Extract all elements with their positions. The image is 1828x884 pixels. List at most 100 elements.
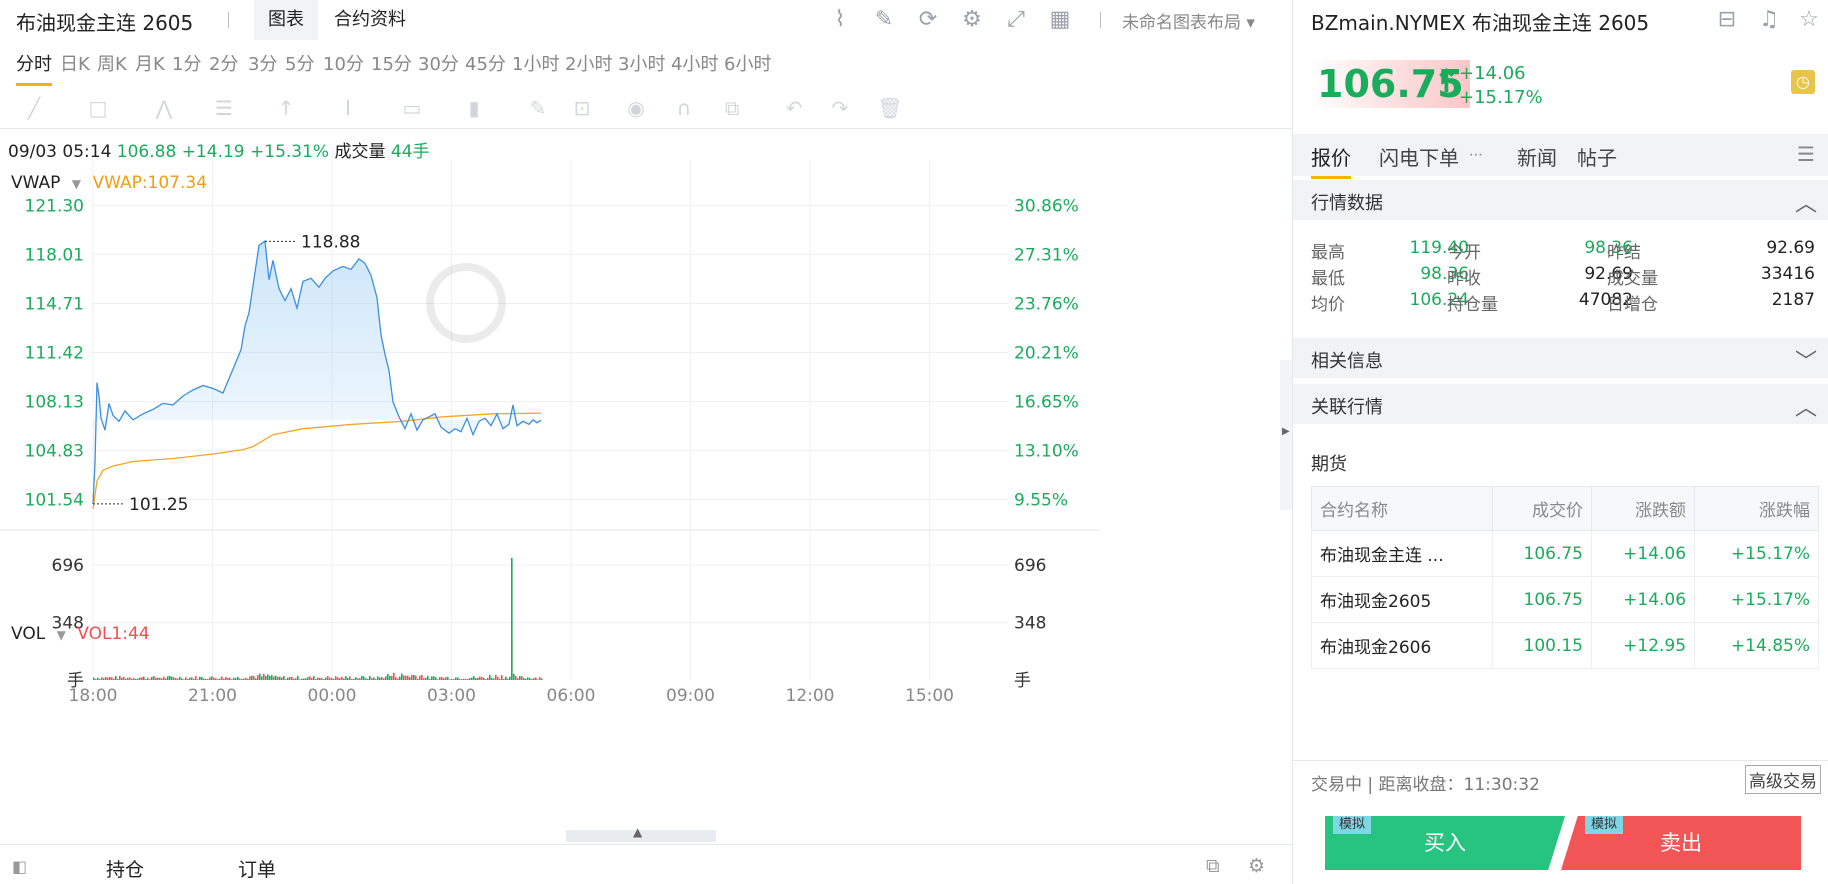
col-last-price[interactable]: 成交价 [1492, 486, 1592, 531]
popout-icon[interactable]: ⧉ [1206, 855, 1220, 877]
tab-contract-info[interactable]: 合约资料 [320, 0, 420, 40]
menu-icon[interactable]: ☰ [1797, 142, 1815, 166]
table-row[interactable]: 布油现金2606 100.15 +12.95 +14.85% [1310, 622, 1819, 669]
volume-bar [133, 678, 135, 680]
indicator-icon[interactable]: ⌇ [826, 6, 854, 34]
annotation-icon[interactable]: ▭ [398, 94, 426, 122]
draw-pencil-icon[interactable]: ✎ [870, 6, 898, 34]
volume-bar [209, 677, 211, 680]
price-tick-label: 111.42 [25, 343, 84, 363]
interval-bar: 分时 日K 周K 月K 1分 2分 3分 5分 10分 15分 30分 45分 1小时 2小时 3小时 4小时… [0, 42, 1292, 86]
volume-bar [311, 678, 313, 680]
volume-bar [211, 676, 213, 680]
interval-3[interactable]: 月K [135, 50, 165, 76]
interval-15[interactable]: 4小时 [671, 50, 718, 76]
sell-button[interactable]: 模拟 卖出 [1561, 816, 1801, 870]
trash-icon[interactable]: 🗑 [876, 94, 904, 122]
cell-contract-name: 布油现金主连 ... [1310, 530, 1494, 577]
chart-pane: 布油现金主连 2605 图表 合约资料 ⌇ ✎ ⟳ ⚙ ⤢ ▦ 未命名图表布局 … [0, 0, 1292, 884]
volume-bar [519, 676, 521, 680]
clock-icon[interactable]: ◷ [1791, 70, 1815, 94]
volume-bar [373, 677, 375, 680]
interval-4[interactable]: 1分 [172, 50, 201, 76]
tab-positions[interactable]: 持仓 [106, 855, 144, 882]
more-circle-icon[interactable]: ⋯ [1469, 147, 1483, 163]
trend-line-icon[interactable]: ╱ [20, 94, 48, 122]
related-info-header[interactable]: 相关信息 ﹀ [1293, 338, 1828, 378]
tab-chart[interactable]: 图表 [254, 0, 318, 40]
interval-11[interactable]: 45分 [465, 50, 506, 76]
interval-0[interactable]: 分时 [16, 50, 52, 86]
volume-bar [111, 677, 113, 680]
undo-icon[interactable]: ↶ [780, 94, 808, 122]
interval-2[interactable]: 周K [97, 50, 127, 76]
col-change[interactable]: 涨跌额 [1590, 486, 1696, 531]
col-change-pct[interactable]: 涨跌幅 [1694, 486, 1819, 531]
tab-flash-order[interactable]: 闪电下单 [1379, 142, 1459, 171]
interval-5[interactable]: 2分 [209, 50, 238, 76]
settings-gear-icon[interactable]: ⚙ [1248, 855, 1265, 877]
volume-bar [317, 677, 319, 680]
volume-bar [169, 675, 171, 680]
copy-icon[interactable]: ⧉ [718, 94, 746, 122]
volume-bar [153, 675, 155, 680]
vol-indicator-label[interactable]: VOL ▼ VOL1:44 [11, 624, 150, 644]
measure-icon[interactable]: ▮ [460, 94, 488, 122]
interval-1[interactable]: 日K [60, 50, 90, 76]
eye-icon[interactable]: ◉ [622, 94, 650, 122]
table-row[interactable]: 布油现金主连 ... 106.75 +14.06 +15.17% [1310, 530, 1819, 577]
volume-bar [363, 676, 365, 680]
tab-posts[interactable]: 帖子 [1577, 142, 1617, 171]
sidebar-toggle-icon[interactable]: ◧ [12, 857, 27, 876]
magnet-icon[interactable]: ∩ [670, 94, 698, 122]
arrow-up-icon[interactable]: ↑ [272, 94, 300, 122]
refresh-icon[interactable]: ⟳ [914, 6, 942, 34]
crosshair-info: 09/03 05:14 106.88 +14.19 +15.31% 成交量 44… [8, 137, 430, 162]
interval-10[interactable]: 30分 [418, 50, 459, 76]
tab-orders[interactable]: 订单 [238, 855, 276, 882]
layout-name-dropdown[interactable]: 未命名图表布局 ▾ [1122, 8, 1255, 33]
volume-bar [445, 677, 447, 680]
interval-8[interactable]: 10分 [323, 50, 364, 76]
panel-collapse-handle[interactable]: ▲ [566, 825, 716, 842]
buy-button[interactable]: 模拟 买入 [1325, 816, 1565, 870]
redo-icon[interactable]: ↷ [826, 94, 854, 122]
text-cursor-icon[interactable]: I [334, 94, 362, 122]
table-row[interactable]: 布油现金2605 106.75 +14.06 +15.17% [1310, 576, 1819, 623]
settings-gear-icon[interactable]: ⚙ [958, 6, 986, 34]
fullscreen-icon[interactable]: ⤢ [1002, 6, 1030, 34]
wave-pattern-icon[interactable]: ⋀ [150, 94, 178, 122]
interval-12[interactable]: 1小时 [512, 50, 559, 76]
side-panel-toggle[interactable]: ▶ [1280, 360, 1292, 510]
volume-bar [275, 675, 277, 680]
star-icon[interactable]: ☆ [1795, 6, 1823, 34]
interval-14[interactable]: 3小时 [618, 50, 665, 76]
lock-icon[interactable]: ⊡ [568, 94, 596, 122]
interval-7[interactable]: 5分 [285, 50, 314, 76]
interval-6[interactable]: 3分 [248, 50, 277, 76]
market-data-header[interactable]: 行情数据 ︿ [1293, 180, 1828, 220]
volume-bar [281, 677, 283, 680]
grid-layout-icon[interactable]: ▦ [1046, 6, 1074, 34]
volume-bar [455, 677, 457, 680]
rectangle-icon[interactable]: □ [84, 94, 112, 122]
vol-name: VOL [11, 624, 46, 644]
tab-quote[interactable]: 报价 [1311, 142, 1351, 179]
col-contract-name[interactable]: 合约名称 [1310, 486, 1494, 531]
interval-16[interactable]: 6小时 [724, 50, 771, 76]
bookmark-icon[interactable]: ⊟ [1713, 6, 1741, 34]
tab-news[interactable]: 新闻 [1517, 142, 1557, 171]
related-quotes-header[interactable]: 关联行情 ︿ [1293, 384, 1828, 424]
advanced-trade-button[interactable]: 高级交易 [1745, 765, 1821, 794]
fib-levels-icon[interactable]: ☰ [210, 94, 238, 122]
pen-icon[interactable]: ✎ [524, 94, 552, 122]
bell-icon[interactable]: ♫ [1755, 6, 1783, 34]
volume-bar [427, 675, 429, 680]
volume-bar [215, 678, 217, 680]
volume-bar [385, 676, 387, 680]
interval-13[interactable]: 2小时 [565, 50, 612, 76]
volume-bar [201, 676, 203, 680]
interval-9[interactable]: 15分 [371, 50, 412, 76]
price-volume-chart[interactable]: 121.30 30.86% 118.01 27.31% 114.71 23.76% 111.… [0, 160, 1292, 800]
volume-bar [115, 675, 117, 680]
